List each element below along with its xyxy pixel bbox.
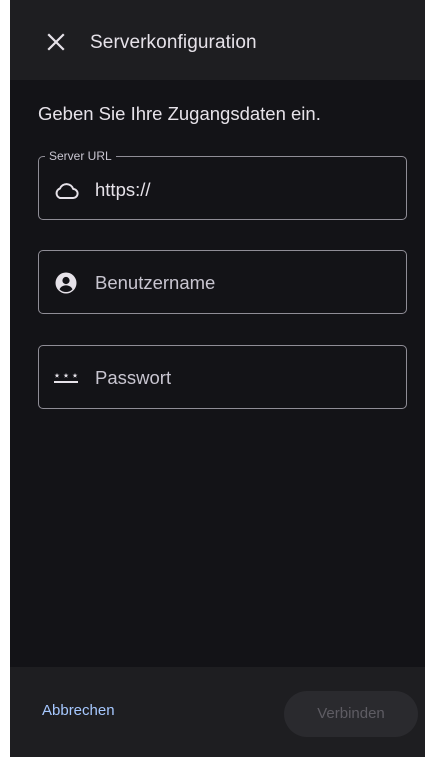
server-config-screen: Serverkonfiguration Geben Sie Ihre Zugan… — [10, 0, 425, 757]
connect-button[interactable]: Verbinden — [284, 691, 418, 737]
cancel-button[interactable]: Abbrechen — [32, 697, 125, 725]
cloud-icon — [53, 179, 79, 203]
close-button[interactable] — [40, 26, 72, 58]
server-url-value: https:// — [95, 179, 151, 200]
username-field[interactable]: Benutzername — [38, 250, 407, 314]
dialog-title: Serverkonfiguration — [90, 32, 257, 53]
account-circle-icon — [53, 271, 79, 295]
password-icon — [53, 366, 79, 390]
bottom-action-bar: Abbrechen Verbinden — [10, 667, 425, 757]
top-app-bar: Serverkonfiguration — [10, 0, 425, 80]
username-placeholder: Benutzername — [95, 272, 216, 293]
server-url-field[interactable]: Server URL https:// — [38, 148, 407, 220]
password-placeholder: Passwort — [95, 367, 172, 388]
credentials-heading: Geben Sie Ihre Zugangsdaten ein. — [38, 103, 321, 124]
server-url-label: Server URL — [45, 148, 116, 164]
password-field[interactable]: Passwort — [38, 345, 407, 409]
close-icon — [47, 33, 65, 51]
